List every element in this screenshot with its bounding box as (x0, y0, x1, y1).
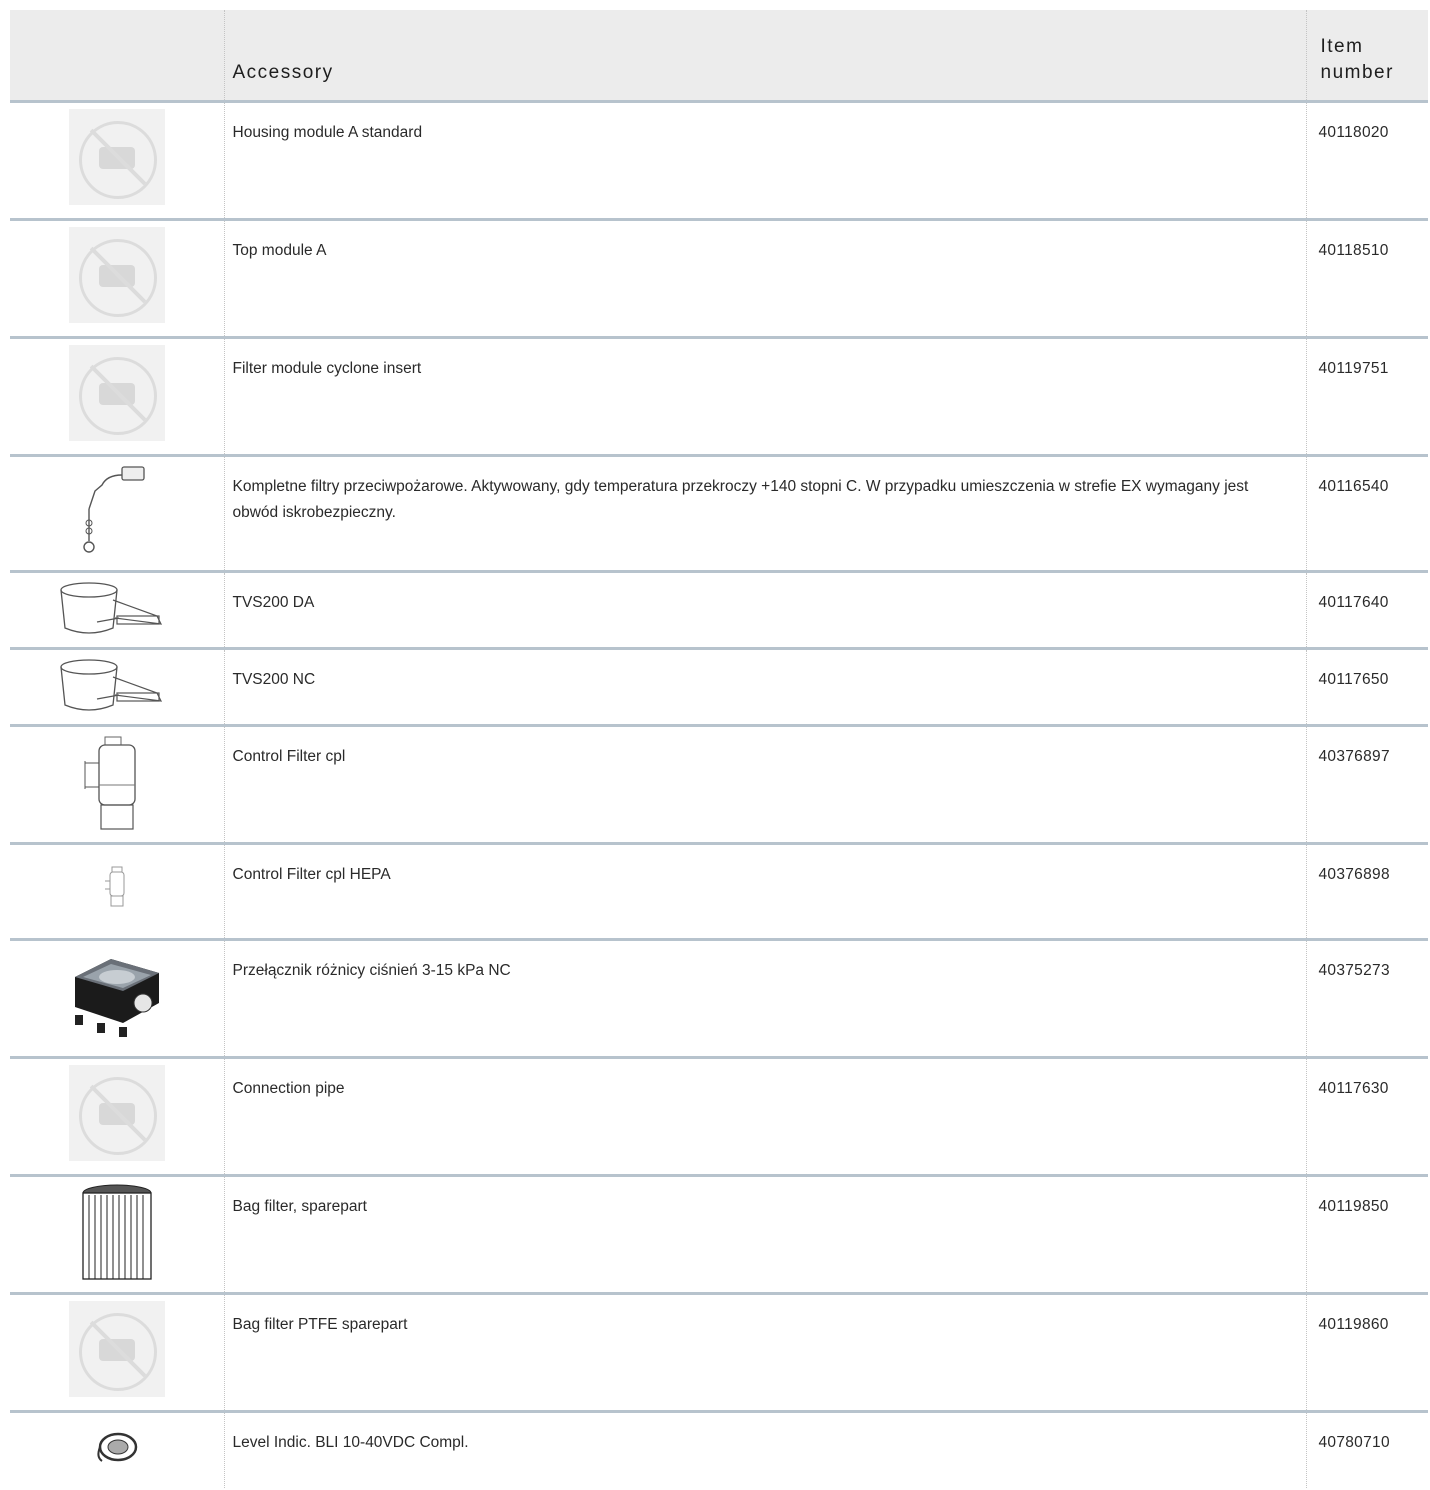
accessory-cell: Bag filter PTFE sparepart (223, 1293, 1306, 1413)
item-number: 40117650 (1318, 671, 1389, 688)
pressure-switch-icon (74, 959, 159, 1037)
item-number-cell: 40780710 (1305, 1411, 1428, 1488)
item-number: 40376897 (1318, 748, 1390, 765)
table-row: Control Filter cpl HEPA 40376898 (10, 843, 1428, 941)
accessory-cell: Bag filter, sparepart (223, 1175, 1306, 1295)
no-image-placeholder-icon (68, 1301, 165, 1397)
no-image-placeholder-icon (68, 227, 165, 323)
header-item-number: Item number (1305, 10, 1428, 103)
accessory-cell: TVS200 DA (223, 571, 1306, 650)
accessory-name: Level Indic. BLI 10-40VDC Compl. (232, 1434, 469, 1451)
table-row: Bag filter, sparepart 40119850 (10, 1175, 1428, 1295)
item-number-cell: 40116540 (1305, 455, 1428, 573)
row-image-cell (10, 725, 224, 845)
table-row: Control Filter cpl 40376897 (10, 725, 1428, 845)
item-number-cell: 40376897 (1305, 725, 1428, 845)
table-header-row: Accessory Item number (10, 10, 1428, 103)
damper-valve-icon (60, 659, 162, 711)
item-number: 40117640 (1318, 594, 1389, 611)
accessory-name: Przełącznik różnicy ciśnień 3-15 kPa NC (232, 962, 511, 979)
table-row: Top module A 40118510 (10, 219, 1428, 339)
item-number-cell: 40118020 (1305, 101, 1428, 221)
control-filter-icon (84, 736, 136, 830)
item-number: 40116540 (1318, 478, 1389, 495)
item-number-cell: 40117640 (1305, 571, 1428, 650)
row-image-cell (10, 1057, 224, 1177)
accessory-name: Kompletne filtry przeciwpożarowe. Aktywo… (232, 478, 1249, 521)
table-row: TVS200 NC 40117650 (10, 648, 1428, 727)
accessory-name: Control Filter cpl HEPA (232, 866, 391, 883)
accessory-cell: Filter module cyclone insert (223, 337, 1306, 457)
accessory-name: Top module A (232, 242, 327, 259)
row-image-cell (10, 571, 224, 650)
row-image-cell (10, 1412, 224, 1488)
header-item-number-label: Item number (1320, 36, 1394, 83)
level-indicator-icon (97, 1432, 137, 1462)
damper-valve-icon (60, 582, 162, 634)
row-image-cell (10, 455, 224, 573)
accessory-cell: Control Filter cpl HEPA (223, 843, 1306, 941)
item-number: 40119751 (1318, 360, 1389, 377)
accessory-cell: Control Filter cpl (223, 725, 1306, 845)
item-number-cell: 40118510 (1305, 219, 1428, 339)
row-image-cell (10, 843, 224, 941)
accessory-name: TVS200 NC (232, 671, 316, 688)
table-row: Housing module A standard 40118020 (10, 101, 1428, 221)
table-row: Kompletne filtry przeciwpożarowe. Aktywo… (10, 455, 1428, 573)
no-image-placeholder-icon (68, 345, 165, 441)
bag-filter-icon (82, 1184, 152, 1280)
accessory-name: Bag filter PTFE sparepart (232, 1316, 408, 1333)
table-row: Filter module cyclone insert 40119751 (10, 337, 1428, 457)
item-number: 40375273 (1318, 962, 1390, 979)
item-number-cell: 40119751 (1305, 337, 1428, 457)
item-number-cell: 40376898 (1305, 843, 1428, 941)
row-image-cell (10, 219, 224, 339)
accessory-cell: Housing module A standard (223, 101, 1306, 221)
header-accessory: Accessory (223, 10, 1306, 103)
fire-sensor-icon (83, 466, 145, 553)
accessory-name: Connection pipe (232, 1080, 345, 1097)
item-number: 40780710 (1318, 1434, 1390, 1451)
accessory-name: TVS200 DA (232, 594, 315, 611)
accessory-cell: TVS200 NC (223, 648, 1306, 727)
header-accessory-label: Accessory (232, 62, 334, 83)
item-number-cell: 40375273 (1305, 939, 1428, 1059)
row-image-cell (10, 1293, 224, 1413)
row-image-cell (10, 101, 224, 221)
no-image-placeholder-icon (68, 109, 165, 205)
item-number-cell: 40119860 (1305, 1293, 1428, 1413)
accessory-name: Filter module cyclone insert (232, 360, 422, 377)
item-number-cell: 40117630 (1305, 1057, 1428, 1177)
row-image-cell (10, 337, 224, 457)
item-number: 40118020 (1318, 124, 1389, 141)
accessory-name: Bag filter, sparepart (232, 1198, 367, 1215)
row-image-cell (10, 1175, 224, 1295)
row-image-cell (10, 648, 224, 727)
item-number: 40117630 (1318, 1080, 1389, 1097)
table-row: Connection pipe 40117630 (10, 1057, 1428, 1177)
table-row: TVS200 DA 40117640 (10, 571, 1428, 650)
table-row: Przełącznik różnicy ciśnień 3-15 kPa NC … (10, 939, 1428, 1059)
accessory-cell: Connection pipe (223, 1057, 1306, 1177)
item-number: 40376898 (1318, 866, 1390, 883)
item-number: 40119860 (1318, 1316, 1389, 1333)
accessory-cell: Przełącznik różnicy ciśnień 3-15 kPa NC (223, 939, 1306, 1059)
item-number: 40118510 (1318, 242, 1389, 259)
item-number: 40119850 (1318, 1198, 1389, 1215)
accessory-cell: Kompletne filtry przeciwpożarowe. Aktywo… (223, 455, 1306, 573)
accessory-name: Housing module A standard (232, 124, 423, 141)
item-number-cell: 40117650 (1305, 648, 1428, 727)
row-image-cell (10, 939, 224, 1059)
accessory-table: Accessory Item number Housing module A st… (10, 10, 1428, 1488)
table-row: Bag filter PTFE sparepart 40119860 (10, 1293, 1428, 1413)
item-number-cell: 40119850 (1305, 1175, 1428, 1295)
accessory-cell: Top module A (223, 219, 1306, 339)
control-filter-small-icon (104, 866, 125, 907)
accessory-name: Control Filter cpl (232, 748, 346, 765)
no-image-placeholder-icon (68, 1065, 165, 1161)
table-row: Level Indic. BLI 10-40VDC Compl. 4078071… (10, 1411, 1428, 1488)
header-image (10, 10, 224, 103)
accessory-cell: Level Indic. BLI 10-40VDC Compl. (223, 1411, 1306, 1488)
